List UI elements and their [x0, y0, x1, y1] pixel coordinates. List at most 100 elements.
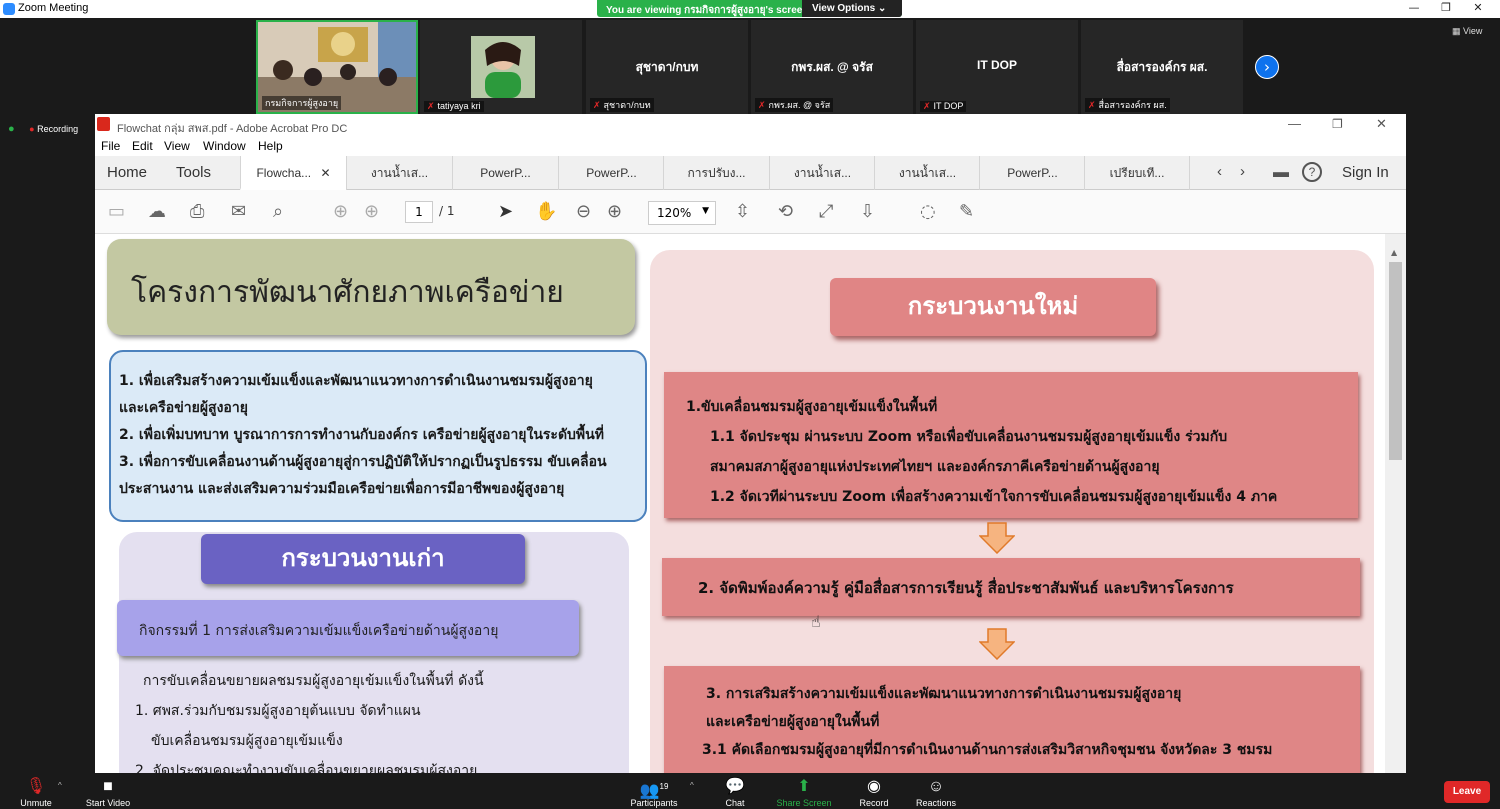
- menu-help[interactable]: Help: [258, 139, 283, 153]
- smiley-icon: ☺: [927, 778, 945, 795]
- scroll-up-icon[interactable]: ▲: [1391, 248, 1397, 257]
- participant-tile[interactable]: สื่อสารองค์กร ผส. ✗ สื่อสารองค์กร ผส.: [1081, 20, 1243, 114]
- pdf-icon: [97, 117, 110, 131]
- participant-tile[interactable]: กพร.ผส. @ จรัส ✗ กพร.ผส. @ จรัส: [751, 20, 913, 114]
- document-tab[interactable]: การปรับง...: [663, 156, 769, 190]
- project-title: โครงการพัฒนาศักยภาพเครือข่าย: [131, 275, 564, 310]
- start-video-label: Start Video: [85, 798, 131, 808]
- restore-icon[interactable]: ❐: [1332, 117, 1343, 131]
- step-1-line: 1.2 จัดเวทีผ่านระบบ Zoom เพื่อสร้างความเ…: [710, 489, 1278, 505]
- page-down-icon[interactable]: ⊕: [364, 201, 379, 222]
- sign-in-link[interactable]: Sign In: [1342, 164, 1389, 181]
- muted-mic-icon: ✗: [923, 101, 931, 111]
- muted-mic-icon: ✗: [1088, 100, 1096, 110]
- participant-label: ✗ IT DOP: [920, 101, 967, 112]
- comment-icon[interactable]: ◌: [920, 201, 936, 222]
- close-icon[interactable]: ✕: [1468, 1, 1488, 14]
- document-tab[interactable]: เปรียบเที...: [1084, 156, 1190, 190]
- save-icon[interactable]: ▭: [108, 201, 125, 222]
- project-title-box: โครงการพัฒนาศักยภาพเครือข่าย: [107, 239, 635, 335]
- objective-line: และเครือข่ายผู้สูงอายุ: [119, 400, 248, 416]
- next-page-icon[interactable]: ›: [1255, 55, 1279, 79]
- shield-icon: ●: [8, 123, 15, 135]
- cloud-upload-icon[interactable]: ☁: [148, 201, 166, 222]
- menu-file[interactable]: File: [101, 139, 120, 153]
- document-tab[interactable]: PowerP...: [558, 156, 664, 190]
- document-tab-active[interactable]: Flowcha... ✕: [240, 156, 346, 190]
- restore-icon[interactable]: ❐: [1436, 1, 1456, 14]
- zoom-select[interactable]: 120% ▼: [648, 201, 716, 225]
- zoom-logo-icon: [3, 3, 15, 15]
- participant-tile[interactable]: สุชาดา/กบท ✗ สุชาดา/กบท: [586, 20, 748, 114]
- start-video-button[interactable]: ■ Start Video: [82, 776, 134, 808]
- close-tab-icon[interactable]: ✕: [320, 166, 330, 180]
- comment-bubble-icon[interactable]: ▬: [1273, 164, 1289, 182]
- step-1-line: สมาคมสภาผู้สูงอายุแห่งประเทศไทยฯ และองค์…: [710, 459, 1160, 475]
- chevron-up-icon[interactable]: ^: [690, 781, 694, 790]
- step-3-line: และเครือข่ายผู้สูงอายุในพื้นที่: [706, 714, 880, 730]
- participant-tile[interactable]: ✗ tatiyaya kri: [420, 20, 582, 114]
- hand-tool-icon[interactable]: ✋: [535, 201, 557, 222]
- vertical-scrollbar[interactable]: ▲: [1385, 234, 1406, 773]
- print-icon[interactable]: ⎙: [190, 201, 204, 222]
- tab-tools[interactable]: Tools: [176, 164, 211, 181]
- participant-tile[interactable]: กรมกิจการผู้สูงอายุ: [256, 20, 418, 114]
- acrobat-title: Flowchat กลุ่ม สพส.pdf - Adobe Acrobat P…: [117, 123, 348, 135]
- acrobat-window: Flowchat กลุ่ม สพส.pdf - Adobe Acrobat P…: [95, 114, 1406, 773]
- document-tab[interactable]: PowerP...: [979, 156, 1085, 190]
- fit-page-icon[interactable]: ⇳: [735, 201, 750, 222]
- email-icon[interactable]: ✉: [231, 201, 246, 222]
- muted-mic-icon: 🎙: [25, 778, 47, 795]
- participant-tile[interactable]: IT DOP ✗ IT DOP: [916, 20, 1078, 114]
- fullscreen-icon[interactable]: ⤢: [819, 201, 833, 222]
- tab-scroll-right-icon[interactable]: ›: [1240, 163, 1245, 180]
- zoom-in-icon[interactable]: ⊕: [607, 201, 622, 222]
- record-icon: ◉: [867, 778, 881, 795]
- scrollbar-thumb[interactable]: [1389, 262, 1402, 460]
- zoom-out-icon[interactable]: ⊖: [576, 201, 591, 222]
- old-process-line: ขับเคลื่อนชมรมผู้สูงอายุเข้มแข็ง: [151, 733, 343, 749]
- participant-label: ✗ กพร.ผส. @ จรัส: [755, 98, 834, 112]
- tab-home[interactable]: Home: [107, 164, 147, 181]
- scroll-mode-icon[interactable]: ⇩: [860, 201, 875, 222]
- viewing-banner: You are viewing กรมกิจการผู้สูงอายุ's sc…: [597, 0, 902, 17]
- chevron-up-icon[interactable]: ^: [58, 781, 62, 790]
- objective-line: ประสานงาน และส่งเสริมความร่วมมือเครือข่า…: [119, 481, 565, 497]
- old-process-line: 1. ศพส.ร่วมกับชมรมผู้สูงอายุต้นแบบ จัดทำ…: [135, 703, 421, 719]
- participants-button[interactable]: 👥19 Participants: [626, 776, 682, 808]
- view-options-button[interactable]: View Options ⌄: [802, 0, 902, 17]
- participant-label: กรมกิจการผู้สูงอายุ: [262, 96, 342, 110]
- record-dot-icon: ●: [29, 124, 35, 134]
- menu-window[interactable]: Window: [203, 139, 246, 153]
- select-cursor-icon[interactable]: ➤: [498, 201, 513, 222]
- step-3-line: 3. การเสริมสร้างความเข้มแข็งและพัฒนาแนวท…: [706, 686, 1182, 702]
- share-screen-button[interactable]: ⬆ Share Screen: [773, 776, 835, 808]
- menu-view[interactable]: View: [164, 139, 190, 153]
- search-icon[interactable]: ⌕: [273, 201, 283, 222]
- minimize-icon[interactable]: —: [1404, 1, 1424, 14]
- leave-button[interactable]: Leave: [1444, 781, 1490, 803]
- unmute-button[interactable]: 🎙 Unmute: [16, 776, 56, 808]
- page-number-input[interactable]: 1: [405, 201, 433, 223]
- view-button[interactable]: ▦ View: [1452, 26, 1482, 37]
- document-tab[interactable]: PowerP...: [452, 156, 558, 190]
- minimize-icon[interactable]: —: [1288, 116, 1301, 131]
- highlight-pen-icon[interactable]: ✎: [959, 201, 974, 222]
- document-tab[interactable]: งานน้ำเส...: [874, 156, 980, 190]
- recording-label: Recording: [37, 124, 79, 134]
- new-step-2-box: 2. จัดพิมพ์องค์ความรู้ คู่มือสื่อสารการเ…: [662, 558, 1360, 616]
- page-up-icon[interactable]: ⊕: [333, 201, 348, 222]
- participant-name: IT DOP: [976, 58, 1017, 72]
- chat-button[interactable]: 💬 Chat: [720, 776, 750, 808]
- reactions-button[interactable]: ☺ Reactions: [913, 776, 959, 808]
- new-process-heading: กระบวนงานใหม่: [830, 278, 1156, 336]
- document-tab[interactable]: งานน้ำเส...: [346, 156, 452, 190]
- record-button[interactable]: ◉ Record: [856, 776, 892, 808]
- help-icon[interactable]: ?: [1302, 162, 1322, 182]
- document-tab[interactable]: งานน้ำเส...: [769, 156, 875, 190]
- menu-edit[interactable]: Edit: [132, 139, 153, 153]
- meeting-controls: 🎙 Unmute ^ ■ Start Video 👥19 Participant…: [0, 773, 1500, 809]
- close-icon[interactable]: ✕: [1376, 116, 1387, 132]
- rotate-icon[interactable]: ⟲: [778, 201, 793, 222]
- tab-scroll-left-icon[interactable]: ‹: [1217, 163, 1222, 180]
